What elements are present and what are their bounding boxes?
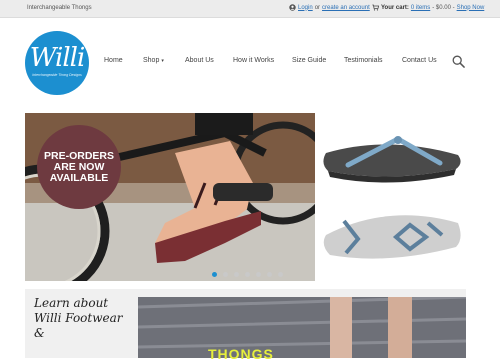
nav-contact[interactable]: Contact Us xyxy=(402,57,437,64)
slider-dot-4[interactable] xyxy=(245,272,250,277)
logo-subtitle: Interchangeable Thong Designs xyxy=(32,73,82,77)
user-icon xyxy=(289,4,296,11)
login-link[interactable]: Login xyxy=(298,5,313,11)
cart-icon xyxy=(372,4,379,11)
nav-shop[interactable]: Shop ▾ xyxy=(143,57,164,64)
site-logo[interactable]: Willi Interchangeable Thong Designs xyxy=(25,31,89,95)
top-bar: Interchangeable Thongs Login or create a… xyxy=(0,0,500,18)
nav-size-guide[interactable]: Size Guide xyxy=(292,57,326,64)
promo-line-2: Willi Footwear & xyxy=(34,311,123,340)
thong-product-illustration xyxy=(323,136,461,259)
slider-dot-2[interactable] xyxy=(223,272,228,277)
promo-photo-image xyxy=(138,297,466,358)
nav-about[interactable]: About Us xyxy=(185,57,214,64)
promo-caption: THONGS xyxy=(208,346,274,362)
pre-orders-badge: PRE-ORDERS ARE NOW AVAILABLE xyxy=(37,125,121,209)
badge-line-2: ARE NOW xyxy=(53,160,105,173)
badge-line-3: AVAILABLE xyxy=(49,171,109,184)
search-icon[interactable] xyxy=(452,55,465,68)
cart-label: Your cart: xyxy=(381,4,409,11)
promo-photo xyxy=(138,297,466,358)
badge-line-1: PRE-ORDERS xyxy=(43,149,114,162)
slider-dot-5[interactable] xyxy=(256,272,261,277)
account-links: Login or create an account xyxy=(289,4,370,11)
badge-text: PRE-ORDERS ARE NOW AVAILABLE xyxy=(43,149,114,184)
product-image[interactable] xyxy=(318,113,466,281)
chevron-down-icon: ▾ xyxy=(161,58,164,64)
logo-wordmark: Willi xyxy=(29,43,86,73)
cart-summary: Your cart: 0 items - $0.00 - Shop Now xyxy=(372,4,484,11)
site-tagline: Interchangeable Thongs xyxy=(27,5,92,11)
promo-handwriting: Learn about Willi Footwear & xyxy=(34,296,134,341)
nav-shop-label: Shop xyxy=(143,57,160,64)
nav-how-it-works[interactable]: How it Works xyxy=(233,57,274,64)
nav-testimonials[interactable]: Testimonials xyxy=(344,57,383,64)
slider-pagination xyxy=(212,272,283,277)
create-account-link[interactable]: create an account xyxy=(322,5,370,11)
cart-total: - $0.00 - xyxy=(432,4,455,11)
nav-home[interactable]: Home xyxy=(104,57,123,64)
or-text: or xyxy=(314,4,321,11)
slider-dot-7[interactable] xyxy=(278,272,283,277)
shop-now-link[interactable]: Shop Now xyxy=(457,5,485,11)
cart-items-link[interactable]: 0 items xyxy=(411,5,430,11)
promo-line-1: Learn about xyxy=(34,296,109,310)
slider-dot-6[interactable] xyxy=(267,272,272,277)
slider-dot-1[interactable] xyxy=(212,272,217,277)
slider-dot-3[interactable] xyxy=(234,272,239,277)
